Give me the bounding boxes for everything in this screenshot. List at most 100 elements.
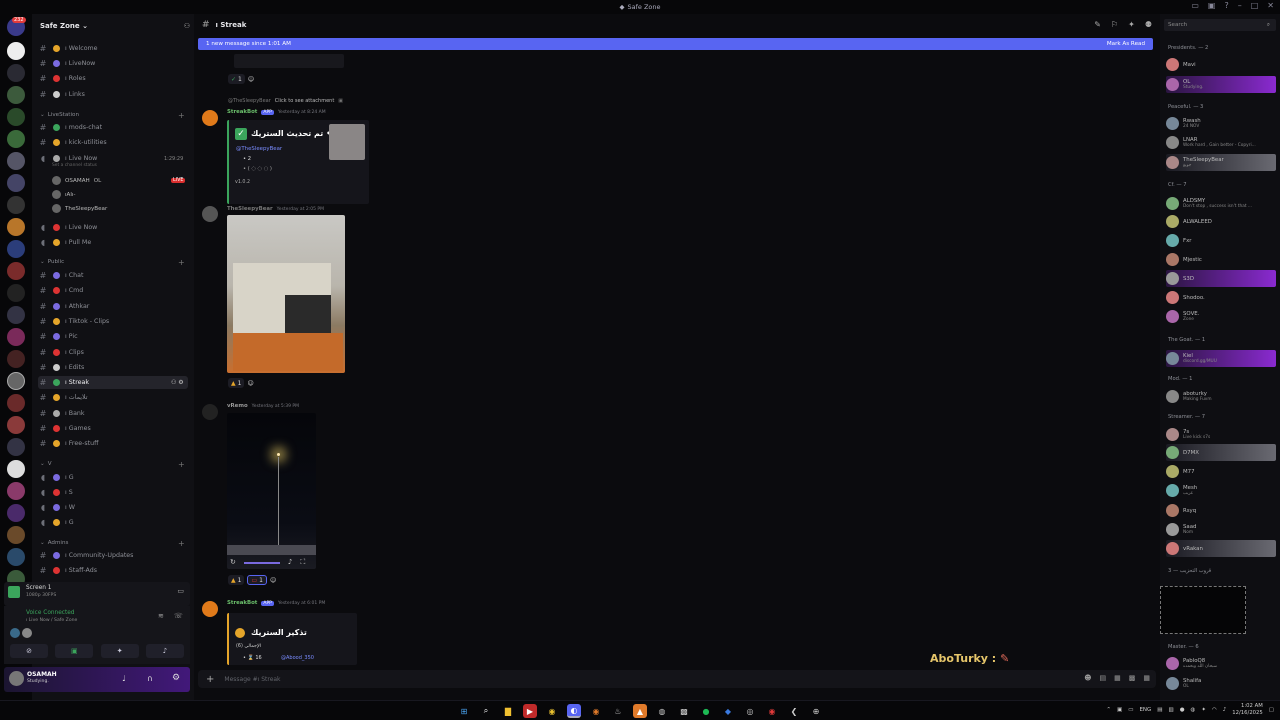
- channel-item[interactable]: ◖ ı Live Now 1:29:29 Set a channel status: [38, 152, 188, 168]
- screen-icon[interactable]: ▣: [1208, 1, 1216, 10]
- replay-icon[interactable]: ↻: [230, 558, 236, 567]
- notification-icon[interactable]: ▢: [1269, 707, 1274, 713]
- member-item[interactable]: Kiel discord.gg/MUU: [1166, 350, 1276, 367]
- member-item[interactable]: Rsyq: [1166, 502, 1276, 519]
- spotify-icon[interactable]: ●: [699, 704, 713, 718]
- channel-settings-icon[interactable]: ⚇ ⚙: [171, 379, 184, 386]
- tray-icon[interactable]: ◍: [1191, 707, 1196, 713]
- channel-status[interactable]: Set a channel status: [52, 163, 97, 168]
- server-icon[interactable]: [7, 240, 25, 258]
- new-messages-bar[interactable]: 1 new message since 1:01 AM Mark As Read: [198, 38, 1153, 50]
- server-icon[interactable]: [7, 328, 25, 346]
- member-item[interactable]: PabloQ8 سبحان الله وبحمده: [1166, 655, 1276, 672]
- add-channel-icon[interactable]: +: [178, 258, 185, 267]
- channel-item[interactable]: # ı Roles: [38, 72, 188, 85]
- sticker-icon[interactable]: ▦: [1114, 674, 1121, 682]
- steam-icon[interactable]: ♨: [611, 704, 625, 718]
- start-icon[interactable]: ⊞: [457, 704, 471, 718]
- channel-item[interactable]: # ı Bank: [38, 407, 188, 420]
- tray-icon[interactable]: ▭: [1128, 707, 1133, 713]
- reply-preview[interactable]: @TheSleepyBear Click to see attachment ▣: [228, 98, 343, 104]
- category-header[interactable]: ⌄ V +: [40, 459, 185, 469]
- avatar[interactable]: [202, 110, 218, 126]
- pin-icon[interactable]: ✦: [1128, 20, 1135, 29]
- channel-item[interactable]: # ı Tiktok - Clips: [38, 315, 188, 328]
- tray-icon[interactable]: ●: [1180, 707, 1185, 713]
- member-item[interactable]: Saad Nom: [1166, 521, 1276, 538]
- channel-item[interactable]: ◖ ı G: [38, 471, 188, 484]
- avatar[interactable]: [9, 671, 24, 686]
- channel-item[interactable]: # ı Athkar: [38, 300, 188, 313]
- mark-as-read-button[interactable]: Mark As Read: [1107, 41, 1145, 47]
- noise-icon[interactable]: ≋: [158, 612, 164, 620]
- capture-icon[interactable]: ▶: [523, 704, 537, 718]
- message-composer[interactable]: + Message #ı Streak ☻ ▤ ▦ ▩ ▦: [198, 670, 1156, 688]
- channel-item[interactable]: # ı Staff-Ads: [38, 564, 188, 577]
- mention[interactable]: @Abood_350: [281, 655, 314, 661]
- server-icon[interactable]: [7, 526, 25, 544]
- avatar[interactable]: [202, 404, 218, 420]
- headphones-icon[interactable]: ∩: [147, 674, 153, 683]
- member-item[interactable]: D7MX: [1166, 444, 1276, 461]
- apps-icon[interactable]: ▦: [1143, 674, 1150, 682]
- voice-user[interactable]: OSAMAH OL LIVE: [52, 174, 186, 187]
- channel-item[interactable]: # ı Community-Updates: [38, 549, 188, 562]
- tray-icon[interactable]: ✦: [1201, 707, 1206, 713]
- add-friend-icon[interactable]: ⚇: [184, 22, 190, 30]
- app-icon[interactable]: ⊕: [809, 704, 823, 718]
- volume-icon[interactable]: ♪: [288, 558, 292, 567]
- channel-item[interactable]: # ı Clips: [38, 346, 188, 359]
- server-icon[interactable]: [7, 64, 25, 82]
- server-icon[interactable]: [7, 438, 25, 456]
- stream-button[interactable]: ▣: [55, 644, 94, 658]
- close-icon[interactable]: ✕: [1267, 1, 1274, 10]
- add-attachment-icon[interactable]: +: [206, 674, 214, 685]
- reaction[interactable]: ▭ 1: [247, 575, 267, 585]
- channel-item[interactable]: # ı Welcome: [38, 42, 188, 55]
- inbox-icon[interactable]: ▭: [1191, 1, 1199, 10]
- server-icon[interactable]: [7, 350, 25, 368]
- member-item[interactable]: aboturky Making Fuvm: [1166, 388, 1276, 405]
- gif-icon[interactable]: ▤: [1100, 674, 1107, 682]
- app-icon[interactable]: ▩: [677, 704, 691, 718]
- channel-item[interactable]: # ı Free-stuff: [38, 437, 188, 450]
- add-channel-icon[interactable]: +: [178, 539, 185, 548]
- fullscreen-icon[interactable]: ⛶: [300, 558, 305, 567]
- gift-icon[interactable]: ☻: [1084, 674, 1091, 682]
- help-icon[interactable]: ?: [1224, 1, 1228, 10]
- disconnect-icon[interactable]: ☏: [174, 612, 183, 620]
- server-icon[interactable]: [7, 504, 25, 522]
- member-item[interactable]: M77: [1166, 463, 1276, 480]
- embed-thumbnail[interactable]: [329, 124, 365, 160]
- channel-item[interactable]: ◖ ı W: [38, 501, 188, 514]
- member-item[interactable]: vRakan: [1166, 540, 1276, 557]
- member-item[interactable]: Rwash 24 NOV: [1166, 115, 1276, 132]
- server-icon[interactable]: [7, 86, 25, 104]
- message-input[interactable]: Message #ı Streak: [224, 676, 280, 683]
- server-icon[interactable]: [7, 152, 25, 170]
- server-icon[interactable]: [7, 394, 25, 412]
- channel-item[interactable]: # ı تلايمات: [38, 391, 188, 404]
- lang-indicator[interactable]: ENG: [1139, 707, 1151, 713]
- firefox-icon[interactable]: ◉: [589, 704, 603, 718]
- voice-location[interactable]: ı Live Now / Safe Zone: [26, 618, 77, 623]
- app-icon[interactable]: ◆: [721, 704, 735, 718]
- mic-icon[interactable]: ♩: [122, 674, 126, 683]
- tray-icon[interactable]: ▥: [1169, 707, 1174, 713]
- member-item[interactable]: SOVE. Zone: [1166, 308, 1276, 325]
- server-icon[interactable]: [7, 548, 25, 566]
- threads-icon[interactable]: ✎: [1094, 20, 1101, 29]
- app-icon[interactable]: ❮: [787, 704, 801, 718]
- members-icon[interactable]: ⚉: [1145, 20, 1152, 29]
- add-reaction-icon[interactable]: ☺: [270, 577, 276, 584]
- channel-item[interactable]: # ı Streak ⚇ ⚙: [38, 376, 188, 389]
- member-item[interactable]: 7s Live kick s7s: [1166, 426, 1276, 443]
- channel-item[interactable]: # ı Pic: [38, 330, 188, 343]
- add-channel-icon[interactable]: +: [178, 111, 185, 120]
- server-icon[interactable]: [7, 306, 25, 324]
- category-header[interactable]: ⌄ Admins +: [40, 538, 185, 548]
- channel-item[interactable]: # ı Chat: [38, 269, 188, 282]
- channel-item[interactable]: # ı kick-utilities: [38, 136, 188, 149]
- username[interactable]: StreakBot: [227, 600, 257, 606]
- channel-item[interactable]: # ı Edits: [38, 361, 188, 374]
